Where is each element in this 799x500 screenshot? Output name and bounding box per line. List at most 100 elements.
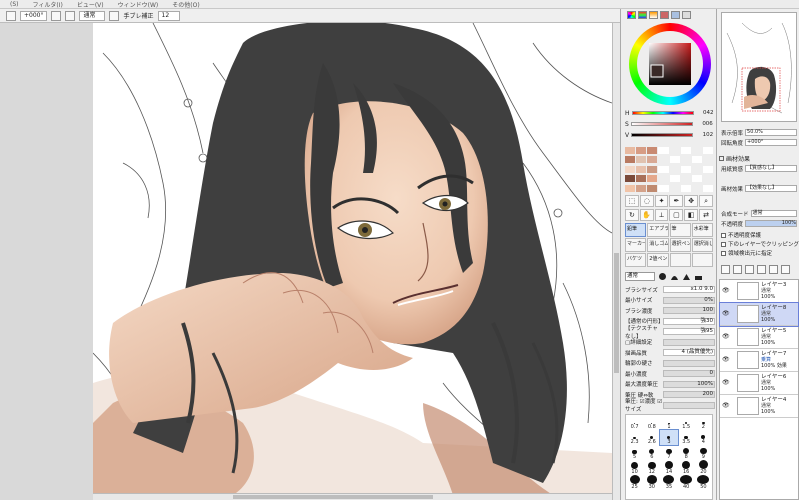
swatch[interactable] (669, 147, 680, 154)
brush-tool[interactable]: 鉛筆 (625, 223, 647, 237)
lock-icon[interactable] (730, 304, 736, 324)
swatch[interactable] (691, 147, 702, 154)
rgb-slider-tab-icon[interactable] (638, 11, 647, 19)
angle-field[interactable]: +000° (20, 10, 48, 21)
lock-icon[interactable] (730, 396, 736, 416)
layer-row[interactable]: 👁 レイヤー3 通常 100% (720, 280, 798, 303)
swatch[interactable] (647, 184, 658, 192)
round-tip-icon[interactable] (658, 272, 667, 281)
brush-size-cell[interactable]: 25 (626, 475, 643, 490)
vertical-scrollbar[interactable] (612, 23, 620, 500)
lock-icon[interactable] (730, 373, 736, 393)
rotate-tool-icon[interactable]: ↻ (625, 208, 639, 221)
brush-size-cell[interactable]: 20 (695, 460, 712, 475)
eye-icon[interactable]: 👁 (722, 356, 730, 364)
brush-size-cell[interactable]: 1 (660, 415, 677, 430)
swatch[interactable] (625, 175, 636, 183)
brush-size-cell[interactable]: 9 (695, 445, 712, 460)
brush-size-cell[interactable]: 0.7 (626, 415, 643, 430)
hsv-value[interactable]: 042 (696, 110, 714, 116)
swatch[interactable] (625, 156, 636, 164)
swatch[interactable] (636, 147, 647, 154)
brush-size-cell[interactable]: 30 (643, 475, 660, 490)
brush-tool[interactable]: 水彩筆 (691, 223, 713, 237)
brush-property-value[interactable]: 100% (663, 380, 715, 388)
color-wheel-tab-icon[interactable] (627, 11, 636, 19)
paper-texture-select[interactable]: 【質感なし】 (745, 165, 797, 172)
eye-icon[interactable]: 👁 (722, 310, 730, 318)
hsv-slider-tab-icon[interactable] (649, 11, 658, 19)
lock-icon[interactable] (730, 350, 736, 370)
delete-layer-icon[interactable] (781, 265, 790, 274)
magic-wand-icon[interactable]: ✦ (654, 195, 669, 207)
layer-opacity-slider[interactable]: 100% (745, 220, 797, 227)
swatch[interactable] (669, 165, 680, 173)
swatch[interactable] (625, 165, 636, 173)
brush-property-value[interactable]: 4 (品質優先) (663, 349, 715, 356)
layer-option[interactable]: 領域検出元に指定 (721, 249, 799, 257)
paper-section-header[interactable]: 画材効果 (719, 154, 799, 163)
section-toggle-icon[interactable] (719, 156, 724, 161)
eye-icon[interactable]: 👁 (722, 402, 730, 410)
brush-property-value[interactable]: 0 (663, 370, 715, 377)
palette-tab-icon[interactable] (660, 11, 669, 19)
swatch[interactable] (702, 147, 713, 154)
selection-icon[interactable] (65, 10, 76, 21)
new-folder-icon[interactable] (733, 265, 742, 274)
layer-row[interactable]: 👁 レイヤー5 通常 100% (720, 326, 798, 349)
hsv-value[interactable]: 006 (695, 121, 713, 127)
vertical-scroll-thumb[interactable] (614, 253, 619, 373)
eye-icon[interactable]: 👁 (722, 287, 730, 295)
transfer-down-icon[interactable] (745, 265, 754, 274)
brush-tool[interactable]: 筆 (669, 223, 691, 237)
layer-option[interactable]: 下のレイヤーでクリッピング (721, 240, 799, 248)
swatch[interactable] (658, 184, 669, 192)
lasso-tool-icon[interactable]: ◌ (639, 195, 654, 207)
move-tool-icon[interactable]: ✥ (684, 195, 699, 207)
navigator-preview[interactable] (721, 12, 797, 122)
brush-pick-icon[interactable]: ⟂ (654, 208, 669, 221)
brush-tool[interactable] (669, 253, 691, 267)
swatch[interactable] (636, 165, 647, 173)
brush-tool[interactable]: 選択消し (691, 238, 713, 252)
checkbox[interactable] (721, 241, 726, 247)
swatch[interactable] (636, 175, 647, 183)
swatch[interactable] (625, 184, 636, 192)
flat-tip-icon[interactable] (694, 272, 703, 281)
flip-icon[interactable] (51, 10, 62, 21)
swatch[interactable] (636, 184, 647, 192)
brush-property-value[interactable] (663, 359, 715, 367)
layer-row[interactable]: 👁 レイヤー4 通常 100% (720, 395, 798, 418)
swatch[interactable] (680, 184, 691, 192)
horizontal-scrollbar[interactable] (93, 493, 612, 500)
brush-property-value[interactable]: x1.0 9.0 (663, 286, 715, 293)
brush-tool[interactable]: バケツ (625, 253, 647, 267)
hsv-slider[interactable] (631, 133, 694, 137)
color-wheel[interactable] (629, 23, 711, 105)
menu-item[interactable]: ウィンドウ(W) (118, 0, 159, 9)
swatch[interactable] (658, 147, 669, 154)
zoom-field[interactable]: 50.0% (745, 129, 797, 136)
transparent-color-icon[interactable]: ▢ (669, 208, 684, 221)
brush-property-value[interactable]: 100 (663, 307, 715, 314)
brush-blend-select[interactable]: 通常 (625, 271, 655, 281)
swatch[interactable] (680, 147, 691, 154)
soft-tip-icon[interactable] (670, 272, 679, 281)
swatch[interactable] (680, 156, 691, 164)
brush-size-cell[interactable]: 2 (695, 415, 712, 430)
swatch[interactable] (658, 165, 669, 173)
brush-size-cell[interactable]: 2.6 (643, 430, 660, 445)
brush-size-cell[interactable]: 14 (660, 460, 677, 475)
layer-blend-select[interactable]: 通常 (750, 210, 797, 217)
rotate-icon[interactable] (6, 10, 16, 21)
brush-tool[interactable] (691, 253, 713, 267)
brush-tool[interactable]: 選択ペン (669, 238, 691, 252)
layer-row[interactable]: 👁 レイヤー7 乗算 100% 効果 (720, 349, 798, 372)
brush-property-value[interactable]: 0% (663, 296, 715, 304)
brush-size-cell[interactable]: 5 (626, 445, 643, 460)
new-layer-icon[interactable] (721, 265, 730, 274)
swatch[interactable] (680, 165, 691, 173)
brush-size-cell[interactable]: 12 (643, 460, 660, 475)
brush-size-cell[interactable]: 7 (660, 445, 677, 460)
clear-layer-icon[interactable] (769, 265, 778, 274)
